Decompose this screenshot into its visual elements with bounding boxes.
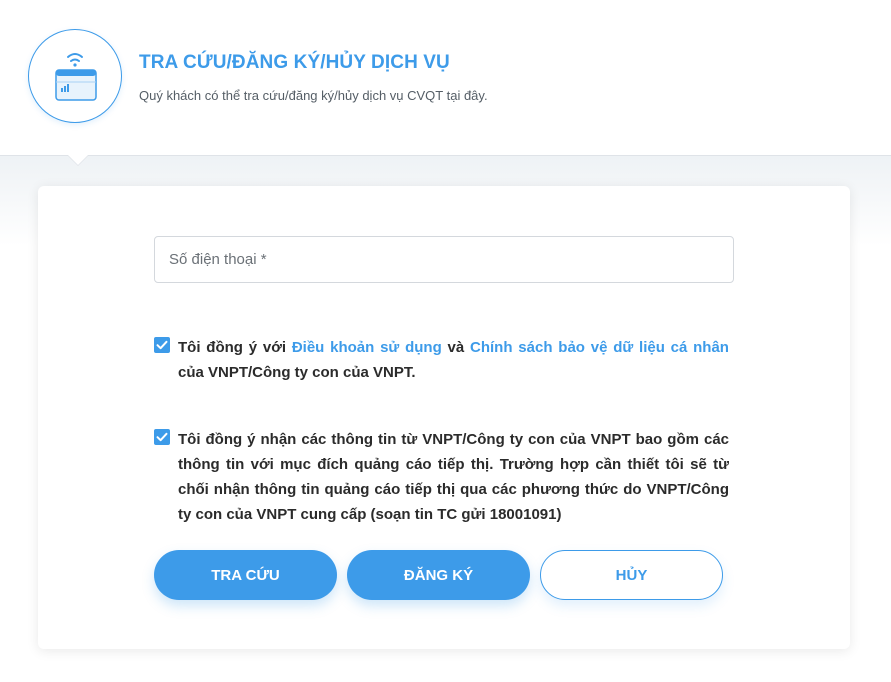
marketing-consent: Tôi đồng ý nhận các thông tin từ VNPT/Cô…: [154, 427, 729, 527]
checkmark-icon: [156, 340, 168, 350]
service-logo: [28, 29, 122, 123]
marketing-checkbox[interactable]: [154, 429, 170, 445]
page-subtitle: Quý khách có thể tra cứu/đăng ký/hủy dịc…: [139, 88, 488, 103]
terms-text-before: Tôi đồng ý với: [178, 339, 292, 356]
terms-checkbox[interactable]: [154, 337, 170, 353]
marketing-consent-text: Tôi đồng ý nhận các thông tin từ VNPT/Cô…: [178, 431, 729, 523]
terms-text-after: của VNPT/Công ty con của VNPT.: [178, 364, 416, 381]
phone-number-input[interactable]: [154, 236, 734, 283]
header-pointer-fill: [68, 155, 88, 165]
terms-of-use-link[interactable]: Điều khoản sử dụng: [292, 339, 442, 356]
terms-consent: Tôi đồng ý với Điều khoản sử dụng và Chí…: [154, 335, 729, 385]
page-header: [0, 0, 891, 155]
page-title: TRA CỨU/ĐĂNG KÝ/HỦY DỊCH VỤ: [139, 52, 450, 73]
privacy-policy-link[interactable]: Chính sách bảo vệ dữ liệu cá nhân: [470, 339, 729, 356]
header-divider: [0, 155, 891, 156]
terms-consent-text: Tôi đồng ý với Điều khoản sử dụng và Chí…: [178, 335, 729, 385]
terms-text-and: và: [441, 339, 471, 356]
cancel-service-button[interactable]: HỦY: [540, 550, 723, 600]
checkmark-icon: [156, 432, 168, 442]
lookup-button[interactable]: TRA CỨU: [154, 550, 337, 600]
register-button[interactable]: ĐĂNG KÝ: [347, 550, 530, 600]
phone-wifi-icon: [55, 53, 97, 101]
